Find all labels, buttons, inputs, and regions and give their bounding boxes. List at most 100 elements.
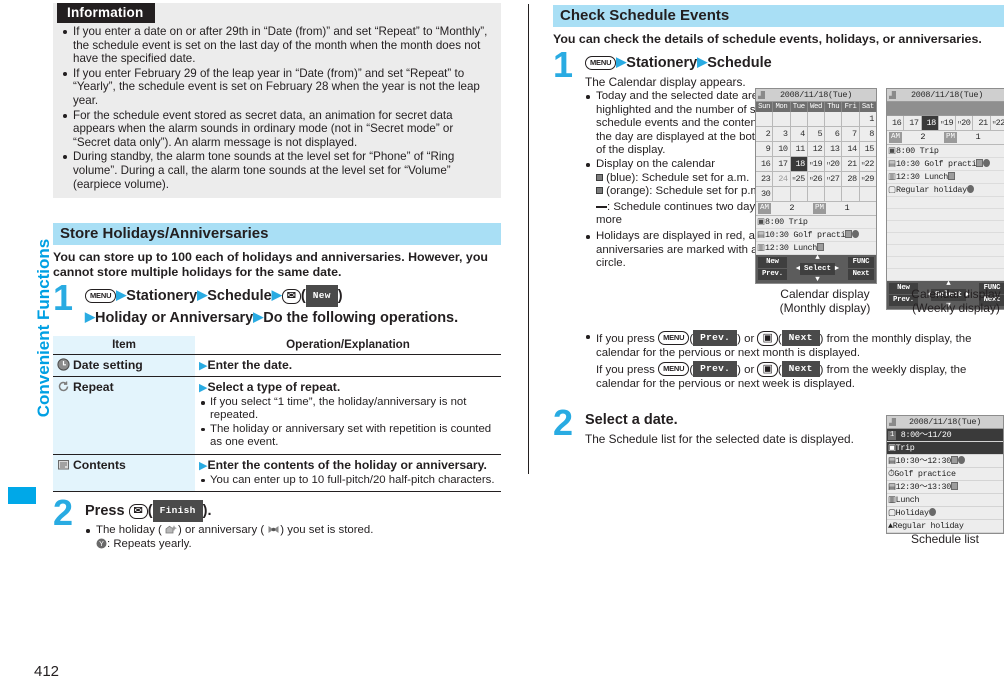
calendar-day-cell[interactable]: 4 — [790, 127, 808, 142]
table-cell-item-label: Contents — [73, 457, 126, 472]
event-line[interactable]: ▣8:00 Trip — [756, 216, 876, 229]
step-number: 1 — [553, 44, 574, 85]
menu-item-stationery[interactable]: Stationery — [126, 288, 197, 304]
menu-item-stationery[interactable]: Stationery — [626, 55, 697, 71]
calendar-day-cell[interactable] — [842, 187, 860, 202]
event-line[interactable]: ▣8:00 Trip — [887, 145, 1004, 158]
calendar-day-cell[interactable] — [790, 187, 808, 202]
calendar-day-cell[interactable]: 15 — [859, 142, 876, 157]
calendar-day-cell[interactable] — [773, 187, 791, 202]
menu-item-holiday-anniversary[interactable]: Holiday or Anniversary — [95, 310, 253, 326]
event-line[interactable]: ▢Regular holiday — [887, 184, 1004, 197]
select-pad[interactable]: ▲ ◂ Select ▸ ▼ — [796, 253, 839, 284]
menu-key-icon[interactable]: MENU — [585, 56, 617, 70]
softkey-next[interactable]: Next — [847, 269, 874, 280]
calendar-day-cell[interactable]: 5 — [807, 127, 826, 142]
softkey-next[interactable]: Next — [781, 361, 820, 377]
calendar-day-cell[interactable]: " 19 — [807, 157, 826, 172]
list-item-sub[interactable]: ▥Lunch — [887, 494, 1003, 507]
list-item-selected[interactable]: 1 8:00～11/20 — [887, 429, 1003, 442]
calendar-day-cell[interactable] — [756, 112, 774, 127]
menu-key-icon[interactable]: MENU — [85, 289, 117, 303]
softkey-next[interactable]: Next — [781, 330, 820, 346]
list-item[interactable]: ▤12:30～13:30 — [887, 481, 1003, 494]
camera-key-icon[interactable]: ▣ — [757, 331, 778, 346]
calendar-day-cell[interactable]: 1 — [859, 112, 876, 127]
calendar-day-cell[interactable] — [825, 187, 843, 202]
softkey-func[interactable]: FUNC — [847, 257, 874, 268]
legend-text: : Schedule continues two days or more — [596, 200, 775, 227]
calendar-day-cell[interactable]: 8 — [859, 127, 876, 142]
softkey-finish[interactable]: Finish — [152, 500, 203, 523]
calendar-day-cell[interactable] — [790, 112, 808, 127]
calendar-day-cell[interactable]: "22 — [859, 157, 876, 172]
list-item-title: Regular holiday — [892, 521, 964, 531]
calendar-day-cell[interactable]: 17 — [773, 157, 791, 172]
calendar-day-cell[interactable]: 23 — [756, 172, 774, 187]
event-type-icon: ▥ — [888, 172, 896, 182]
calendar-day-cell[interactable]: " 20 — [825, 157, 843, 172]
menu-item-schedule[interactable]: Schedule — [707, 55, 771, 71]
event-line[interactable]: ▤10:30 Golf practi — [887, 158, 1004, 171]
list-item-time: 12:30～13:30 — [895, 482, 952, 492]
calendar-day-cell[interactable]: 30 — [756, 187, 774, 202]
softkey-prev[interactable]: Prev. — [758, 269, 787, 280]
softkey-new[interactable]: New — [758, 257, 787, 268]
calendar-day-cell[interactable] — [773, 112, 791, 127]
calendar-day-cell[interactable]: 13 — [825, 142, 843, 157]
phone-title-bar: 2008/11/18(Tue) — [887, 89, 1004, 102]
calendar-day-cell[interactable]: 12 — [807, 142, 826, 157]
calendar-day-cell[interactable]: 2 — [756, 127, 774, 142]
calendar-day-cell[interactable]: " 29 — [859, 172, 876, 187]
calendar-day-cell[interactable]: 21 — [842, 157, 860, 172]
list-item-selected-sub[interactable]: ▣Trip — [887, 442, 1003, 455]
calendar-day-cell[interactable]: 21 — [973, 116, 991, 131]
calendar-day-cell[interactable]: 17 — [904, 116, 922, 131]
empty-line — [887, 233, 1004, 245]
calendar-day-cell[interactable]: 10 — [773, 142, 791, 157]
softkey-new[interactable]: New — [305, 285, 338, 307]
calendar-day-cell[interactable]: " 19 — [938, 116, 957, 131]
list-item-sub[interactable]: ⏱Golf practice — [887, 468, 1003, 481]
calendar-day-cell[interactable] — [807, 112, 826, 127]
calendar-day-cell-selected[interactable]: 18 — [790, 157, 808, 172]
calendar-day-cell[interactable]: 16 — [756, 157, 774, 172]
softkey-prev[interactable]: Prev. — [693, 361, 738, 377]
calendar-day-cell[interactable] — [807, 187, 826, 202]
arrow-icon: ▶ — [271, 287, 282, 302]
calendar-day-cell[interactable] — [859, 187, 876, 202]
calendar-day-cell[interactable] — [825, 112, 843, 127]
calendar-day-cell[interactable]: 9 — [756, 142, 774, 157]
softkey-prev[interactable]: Prev. — [693, 330, 738, 346]
softkey-select[interactable]: Select — [799, 262, 835, 275]
calendar-day-cell[interactable]: 14 — [842, 142, 860, 157]
list-item[interactable]: ▤10:30～12:30 — [887, 455, 1003, 468]
information-box: Information If you enter a date on or af… — [53, 3, 501, 199]
menu-item-schedule[interactable]: Schedule — [207, 288, 271, 304]
menu-key-icon[interactable]: MENU — [658, 362, 690, 377]
calendar-day-cell[interactable]: 24 — [773, 172, 791, 187]
camera-key-icon[interactable]: ▣ — [757, 362, 778, 378]
calendar-day-cell[interactable]: "22 — [990, 116, 1004, 131]
meal-icon: ▥ — [888, 495, 896, 505]
list-item[interactable]: ▢Holiday — [887, 507, 1003, 520]
calendar-day-cell[interactable]: 6 — [825, 127, 843, 142]
day-of-week-row: Sun Mon Tue Wed Thu Fri Sat — [756, 102, 876, 112]
mail-key-icon[interactable]: ✉ — [281, 289, 301, 304]
calendar-day-cell[interactable] — [842, 112, 860, 127]
calendar-day-cell[interactable]: 7 — [842, 127, 860, 142]
menu-key-icon[interactable]: MENU — [658, 331, 690, 345]
calendar-day-cell[interactable]: 3 — [773, 127, 791, 142]
calendar-day-cell[interactable]: 16 — [887, 116, 905, 131]
event-line[interactable]: ▥12:30 Lunch — [887, 171, 1004, 184]
event-line[interactable]: ▤10:30 Golf practi — [756, 229, 876, 242]
calendar-day-cell[interactable]: " 27 — [825, 172, 843, 187]
calendar-day-cell[interactable]: 11 — [790, 142, 808, 157]
empty-line — [887, 197, 1004, 209]
calendar-day-cell[interactable]: " 26 — [807, 172, 826, 187]
calendar-day-cell[interactable]: 28 — [842, 172, 860, 187]
calendar-day-cell[interactable]: " 25 — [790, 172, 808, 187]
calendar-day-cell[interactable]: " 20 — [956, 116, 974, 131]
mail-key-icon[interactable]: ✉ — [128, 504, 148, 520]
calendar-day-cell-selected[interactable]: 18 — [921, 116, 939, 131]
